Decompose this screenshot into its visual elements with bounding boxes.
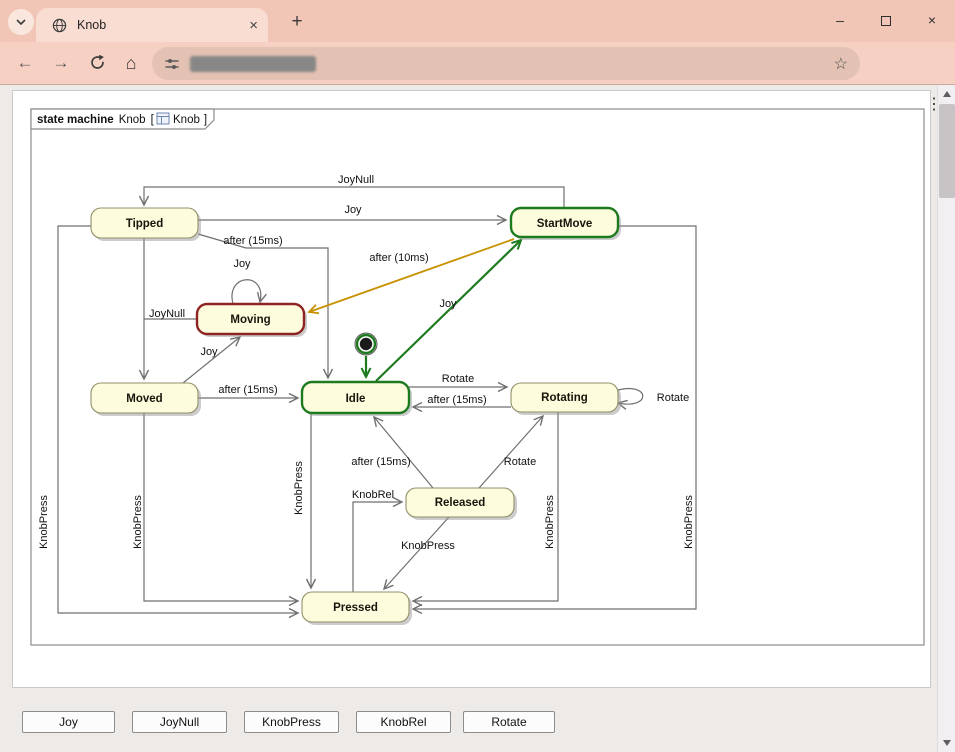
chevron-down-icon [15, 18, 27, 26]
state-tipped: Tipped [91, 208, 201, 241]
transition-pressed-released [353, 502, 402, 592]
transition-label: KnobRel [352, 489, 394, 501]
state-moving: Moving [197, 304, 307, 337]
transition-rotating-self [618, 389, 643, 405]
transition-label: after (15ms) [427, 394, 486, 406]
maximize-icon [881, 16, 891, 26]
event-button-knobrel[interactable]: KnobRel [356, 711, 451, 733]
diagram-panel: state machineKnob[ Knob] JoyNull Joy aft… [12, 90, 931, 688]
state-rotating: Rotating [511, 383, 621, 415]
transition-label: JoyNull [149, 308, 185, 320]
diagram-frame [31, 109, 924, 645]
reload-button[interactable] [82, 48, 112, 78]
scroll-up-icon[interactable] [943, 91, 951, 97]
frame-inner-name: Knob [173, 114, 200, 126]
frame-name: Knob [119, 114, 146, 126]
state-name: StartMove [537, 218, 593, 230]
browser-toolbar: ← → ⌂ ☆ ⋮ [0, 42, 955, 85]
forward-button[interactable]: → [46, 48, 76, 78]
tab-favicon-globe-icon [52, 18, 67, 33]
transition-label: Joy [344, 204, 362, 216]
frame-diagram-icon [157, 113, 169, 124]
transition-label: KnobPress [401, 540, 455, 552]
address-bar[interactable]: ☆ [152, 47, 860, 80]
transition-label: after (15ms) [351, 456, 410, 468]
state-startmove: StartMove [511, 208, 621, 240]
tab-title: Knob [77, 18, 249, 32]
site-settings-icon[interactable] [164, 56, 180, 72]
transition-label: after (10ms) [369, 252, 428, 264]
transition-label: KnobPress [293, 461, 305, 515]
home-button[interactable]: ⌂ [116, 48, 146, 78]
initial-pseudostate [355, 333, 377, 355]
window-maximize-button[interactable] [863, 0, 909, 42]
state-pressed: Pressed [302, 592, 412, 625]
scrollbar-thumb[interactable] [939, 104, 955, 198]
transition-moved-pressed [144, 413, 298, 601]
back-button[interactable]: ← [10, 48, 40, 78]
transition-label: KnobPress [38, 495, 50, 549]
reload-icon [89, 54, 106, 71]
tab-strip: Knob × + – × [0, 0, 955, 42]
url-redacted-text [190, 56, 316, 72]
transition-label: after (15ms) [223, 235, 282, 247]
scroll-down-icon[interactable] [943, 740, 951, 746]
state-machine-diagram: state machineKnob[ Knob] JoyNull Joy aft… [13, 91, 930, 687]
transition-label: Rotate [442, 373, 474, 385]
transition-startmove-pressed [413, 226, 696, 609]
tab-close-icon[interactable]: × [249, 17, 258, 34]
transition-label: KnobPress [683, 495, 695, 549]
state-moved: Moved [91, 383, 201, 416]
transition-tipped-pressed [58, 226, 298, 613]
browser-tab[interactable]: Knob × [36, 8, 268, 42]
transition-label: Joy [233, 258, 251, 270]
bookmark-star-icon[interactable]: ☆ [834, 54, 848, 74]
transition-label: Joy [200, 346, 218, 358]
window-close-button[interactable]: × [909, 0, 955, 42]
state-name: Pressed [333, 602, 378, 614]
state-name: Released [435, 497, 486, 509]
transition-moving-self [232, 280, 261, 304]
transition-label: after (15ms) [218, 384, 277, 396]
state-name: Idle [346, 393, 366, 405]
transition-label: KnobPress [132, 495, 144, 549]
state-name: Tipped [126, 218, 163, 230]
transition-label: Rotate [657, 392, 689, 404]
event-button-knobpress[interactable]: KnobPress [244, 711, 339, 733]
transition-label: Rotate [504, 456, 536, 468]
transition-label: JoyNull [338, 174, 374, 186]
frame-title: state machineKnob[ [37, 114, 155, 126]
event-button-joy[interactable]: Joy [22, 711, 115, 733]
state-name: Moving [230, 314, 270, 326]
window-minimize-button[interactable]: – [817, 0, 863, 42]
window-controls: – × [817, 0, 955, 42]
state-name: Moved [126, 393, 162, 405]
transition-label: KnobPress [544, 495, 556, 549]
transition-released-idle [374, 417, 433, 488]
transition-moved-moving [183, 337, 240, 383]
transition-released-pressed [384, 517, 449, 589]
transition-released-rotating [479, 416, 543, 488]
event-button-rotate[interactable]: Rotate [463, 711, 555, 733]
frame-bracket-close: ] [204, 114, 207, 126]
event-button-joynull[interactable]: JoyNull [132, 711, 227, 733]
transition-moving-moved [144, 319, 197, 379]
state-idle: Idle [302, 382, 412, 416]
tab-search-button[interactable] [8, 9, 34, 35]
state-released: Released [406, 488, 517, 520]
frame-keyword: state machine [37, 114, 114, 126]
transition-label: Joy [439, 298, 457, 310]
new-tab-button[interactable]: + [284, 9, 310, 35]
state-name: Rotating [541, 392, 588, 404]
vertical-scrollbar[interactable] [937, 85, 955, 752]
